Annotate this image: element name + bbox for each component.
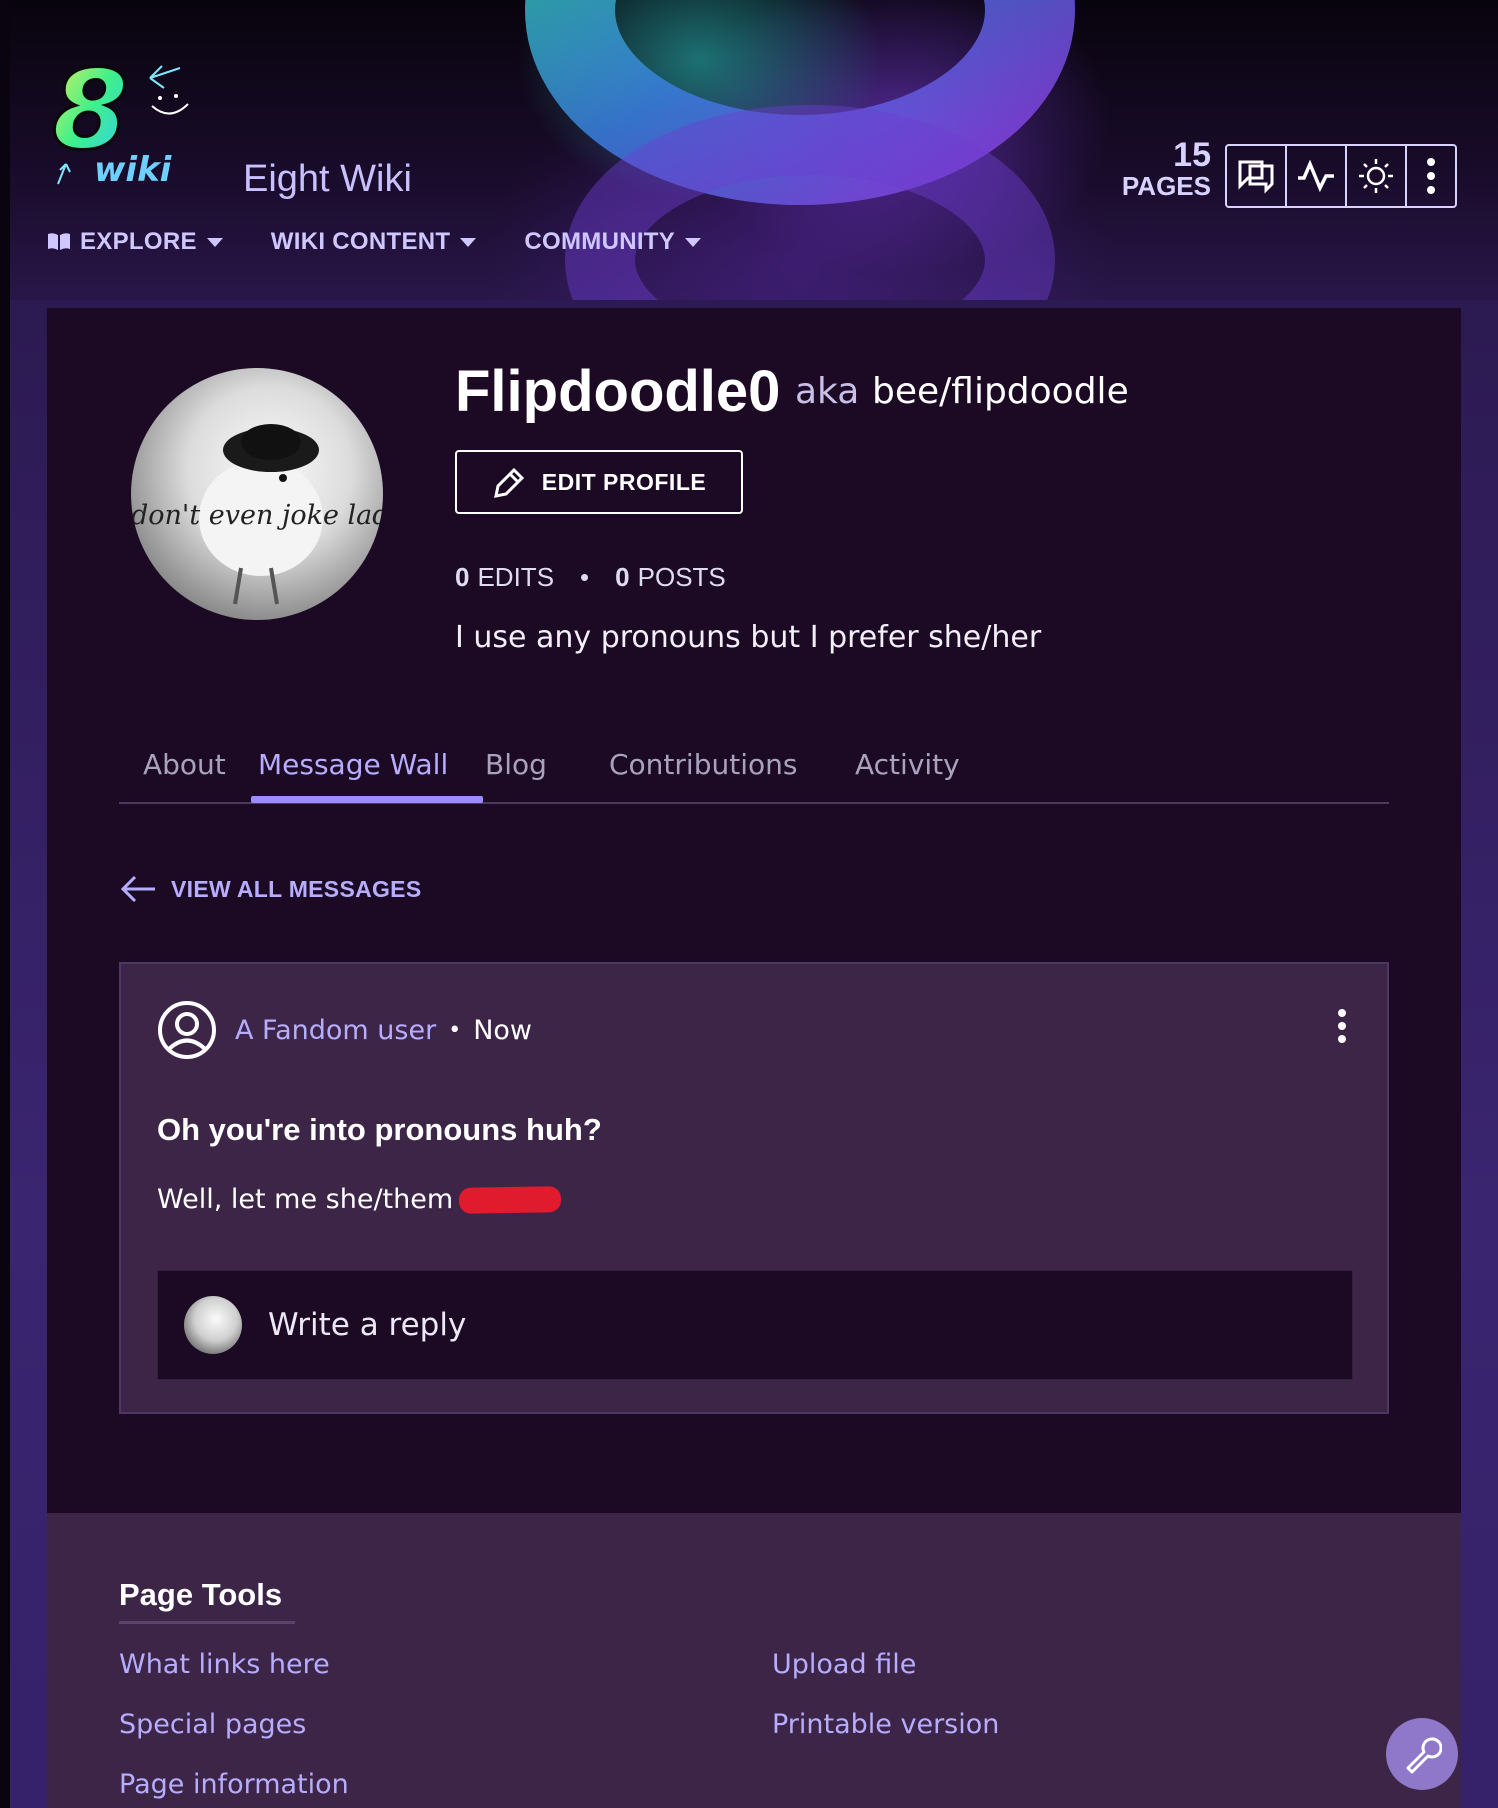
message-title: Oh you're into pronouns huh?: [157, 1112, 602, 1147]
link-what-links-here[interactable]: What links here: [119, 1649, 330, 1680]
nav-explore-label: EXPLORE: [80, 228, 197, 255]
activity-button[interactable]: [1287, 146, 1347, 206]
page-tools: Page Tools What links here Special pages…: [47, 1513, 1461, 1808]
tab-message-wall[interactable]: Message Wall: [258, 726, 448, 802]
more-icon: [1427, 158, 1435, 194]
site-name[interactable]: Eight Wiki: [243, 158, 412, 201]
edit-profile-button[interactable]: EDIT PROFILE: [455, 450, 743, 514]
avatar-caption: don't even joke lad.: [131, 500, 383, 531]
nav-wiki-content[interactable]: WIKI CONTENT: [271, 228, 477, 256]
profile-tabs: About Message Wall Blog Contributions Ac…: [119, 726, 1389, 804]
nav-community[interactable]: COMMUNITY: [524, 228, 702, 256]
link-upload-file[interactable]: Upload file: [772, 1649, 916, 1680]
main-nav: EXPLORE WIKI CONTENT COMMUNITY: [46, 228, 749, 256]
avatar[interactable]: don't even joke lad.: [131, 368, 383, 620]
more-button[interactable]: [1407, 146, 1455, 206]
redaction-mark: [458, 1185, 562, 1214]
more-icon: [1338, 1009, 1346, 1043]
link-page-information[interactable]: Page information: [119, 1769, 349, 1800]
tab-blog[interactable]: Blog: [485, 726, 547, 802]
posts-label: POSTS: [637, 562, 726, 592]
message-body-text: Well, let me she/them: [157, 1184, 454, 1215]
chevron-down-icon: [206, 237, 223, 247]
link-printable-version[interactable]: Printable version: [772, 1709, 999, 1740]
pencil-icon: [493, 467, 524, 498]
wiki-logo[interactable]: 8 wiki: [52, 56, 202, 196]
activity-icon: [1298, 160, 1334, 192]
theme-button[interactable]: [1347, 146, 1407, 206]
posts-count: 0: [615, 562, 630, 592]
book-icon: [48, 233, 70, 250]
avatar-image: [199, 424, 323, 605]
wrench-icon: [1406, 1737, 1442, 1774]
username: Flipdoodle0: [455, 359, 781, 424]
reply-avatar: [184, 1296, 242, 1354]
message-author: A Fandom user • Now: [157, 1000, 532, 1060]
tools-button[interactable]: [1386, 1718, 1458, 1790]
tab-about[interactable]: About: [143, 726, 226, 802]
message-body: Well, let me she/them: [157, 1184, 562, 1215]
chevron-down-icon: [685, 237, 702, 247]
aka-label: aka: [795, 371, 860, 412]
pages-count-label: PAGES: [1121, 171, 1211, 201]
main-content: don't even joke lad. Flipdoodle0 aka bee…: [47, 308, 1461, 1513]
stats-separator: •: [580, 562, 590, 592]
tab-contributions[interactable]: Contributions: [609, 726, 797, 802]
header-tools: [1225, 144, 1457, 208]
view-all-messages-label: VIEW ALL MESSAGES: [171, 875, 422, 902]
active-tab-indicator: [251, 796, 483, 803]
aka-value: bee/flipdoodle: [872, 371, 1129, 412]
edits-count: 0: [455, 562, 470, 592]
pages-count: 15 PAGES: [1115, 138, 1211, 200]
discussions-icon: [1238, 160, 1274, 194]
edit-profile-label: EDIT PROFILE: [541, 468, 707, 495]
reply-input[interactable]: Write a reply: [157, 1270, 1353, 1380]
author-name[interactable]: A Fandom user: [235, 1015, 436, 1046]
nav-explore[interactable]: EXPLORE: [46, 228, 223, 256]
author-separator: •: [448, 1017, 462, 1043]
nav-wiki-content-label: WIKI CONTENT: [270, 228, 451, 255]
edits-label: EDITS: [477, 562, 555, 592]
left-edge: [0, 0, 10, 1808]
message-card: A Fandom user • Now Oh you're into prono…: [119, 962, 1389, 1414]
link-special-pages[interactable]: Special pages: [119, 1709, 306, 1740]
reply-placeholder: Write a reply: [268, 1307, 467, 1343]
arrow-left-icon: [120, 875, 155, 903]
message-more-button[interactable]: [1337, 1008, 1347, 1048]
view-all-messages-link[interactable]: VIEW ALL MESSAGES: [119, 874, 421, 904]
profile-stats: 0 EDITS • 0 POSTS: [455, 562, 726, 593]
discussions-button[interactable]: [1227, 146, 1287, 206]
user-icon: [158, 1001, 216, 1059]
message-time: Now: [473, 1014, 532, 1046]
page-tools-title: Page Tools: [119, 1577, 283, 1612]
nav-community-label: COMMUNITY: [524, 228, 676, 255]
theme-icon: [1359, 159, 1393, 193]
pages-count-number: 15: [1173, 136, 1211, 174]
tab-activity[interactable]: Activity: [855, 726, 960, 802]
svg-text:wiki: wiki: [94, 150, 173, 190]
profile-bio: I use any pronouns but I prefer she/her: [455, 620, 1042, 655]
chevron-down-icon: [460, 237, 477, 247]
page-tools-underline: [119, 1621, 295, 1624]
